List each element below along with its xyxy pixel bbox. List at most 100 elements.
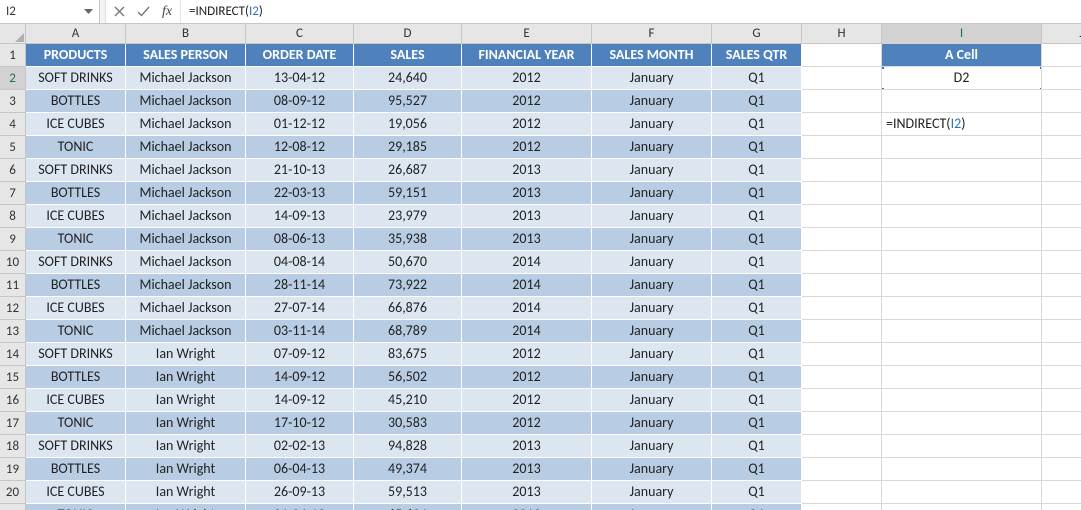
row-header-18[interactable]: 18 (0, 435, 25, 458)
cell-D5[interactable]: 29,185 (354, 136, 462, 159)
cell-C6[interactable]: 21-10-13 (246, 159, 354, 182)
cell-J19[interactable] (1042, 458, 1081, 481)
cell-B12[interactable]: Michael Jackson (126, 297, 246, 320)
cell-I8[interactable] (882, 205, 1042, 228)
column-header-F[interactable]: F (592, 24, 712, 44)
cell-J20[interactable] (1042, 481, 1081, 504)
cell-E11[interactable]: 2014 (462, 274, 592, 297)
cell-J6[interactable] (1042, 159, 1081, 182)
cell-F4[interactable]: January (592, 113, 712, 136)
cell-I13[interactable] (882, 320, 1042, 343)
table-header-B[interactable]: SALES PERSON (126, 44, 246, 67)
cell-G19[interactable]: Q1 (712, 458, 802, 481)
cell-D13[interactable]: 68,789 (354, 320, 462, 343)
column-header-G[interactable]: G (712, 24, 802, 44)
cell-C19[interactable]: 06-04-13 (246, 458, 354, 481)
table-header-G[interactable]: SALES QTR (712, 44, 802, 67)
cell-D3[interactable]: 95,527 (354, 90, 462, 113)
cell-H18[interactable] (802, 435, 882, 458)
cell-A9[interactable]: TONIC (26, 228, 126, 251)
cell-H19[interactable] (802, 458, 882, 481)
cell-I15[interactable] (882, 366, 1042, 389)
cell-D6[interactable]: 26,687 (354, 159, 462, 182)
cell-I16[interactable] (882, 389, 1042, 412)
cell-B9[interactable]: Michael Jackson (126, 228, 246, 251)
cell-G8[interactable]: Q1 (712, 205, 802, 228)
cell-C18[interactable]: 02-02-13 (246, 435, 354, 458)
cell-I5[interactable] (882, 136, 1042, 159)
column-header-E[interactable]: E (462, 24, 592, 44)
cell-D17[interactable]: 30,583 (354, 412, 462, 435)
cell-D2[interactable]: 24,640 (354, 67, 462, 90)
cell-A13[interactable]: TONIC (26, 320, 126, 343)
cell-G13[interactable]: Q1 (712, 320, 802, 343)
cell-A2[interactable]: SOFT DRINKS (26, 67, 126, 90)
cell-B14[interactable]: Ian Wright (126, 343, 246, 366)
cell-H16[interactable] (802, 389, 882, 412)
cell-H11[interactable] (802, 274, 882, 297)
row-header-14[interactable]: 14 (0, 343, 25, 366)
cell-H10[interactable] (802, 251, 882, 274)
cell-H4[interactable] (802, 113, 882, 136)
cell-I17[interactable] (882, 412, 1042, 435)
cell-E6[interactable]: 2013 (462, 159, 592, 182)
cell-J2[interactable] (1042, 67, 1081, 90)
cell-J21[interactable] (1042, 504, 1081, 510)
formula-input[interactable]: =INDIRECT(I2) (181, 0, 1081, 23)
table-header-D[interactable]: SALES (354, 44, 462, 67)
column-header-D[interactable]: D (354, 24, 462, 44)
cell-J16[interactable] (1042, 389, 1081, 412)
cell-B16[interactable]: Ian Wright (126, 389, 246, 412)
cell-C5[interactable]: 12-08-12 (246, 136, 354, 159)
cell-G9[interactable]: Q1 (712, 228, 802, 251)
cell-J10[interactable] (1042, 251, 1081, 274)
cell-A5[interactable]: TONIC (26, 136, 126, 159)
cell-E12[interactable]: 2014 (462, 297, 592, 320)
cell-B18[interactable]: Ian Wright (126, 435, 246, 458)
row-header-8[interactable]: 8 (0, 205, 25, 228)
cell-I14[interactable] (882, 343, 1042, 366)
cell-G2[interactable]: Q1 (712, 67, 802, 90)
cell-C20[interactable]: 26-09-13 (246, 481, 354, 504)
row-header-3[interactable]: 3 (0, 90, 25, 113)
table-header-A[interactable]: PRODUCTS (26, 44, 126, 67)
cell-F21[interactable]: January (592, 504, 712, 510)
cell-G15[interactable]: Q1 (712, 366, 802, 389)
cell-H12[interactable] (802, 297, 882, 320)
cell-F13[interactable]: January (592, 320, 712, 343)
cell-I10[interactable] (882, 251, 1042, 274)
column-header-H[interactable]: H (802, 24, 882, 44)
cell-F9[interactable]: January (592, 228, 712, 251)
cell-A7[interactable]: BOTTLES (26, 182, 126, 205)
row-header-15[interactable]: 15 (0, 366, 25, 389)
cell-A19[interactable]: BOTTLES (26, 458, 126, 481)
cell-F12[interactable]: January (592, 297, 712, 320)
cell-A21[interactable]: TONIC (26, 504, 126, 510)
cell-J11[interactable] (1042, 274, 1081, 297)
cell-I9[interactable] (882, 228, 1042, 251)
cell-C4[interactable]: 01-12-12 (246, 113, 354, 136)
cell-B19[interactable]: Ian Wright (126, 458, 246, 481)
cell-D9[interactable]: 35,938 (354, 228, 462, 251)
cell-E17[interactable]: 2012 (462, 412, 592, 435)
cell-J5[interactable] (1042, 136, 1081, 159)
cell-B2[interactable]: Michael Jackson (126, 67, 246, 90)
cell-C21[interactable]: 01-04-13 (246, 504, 354, 510)
cell-I3[interactable] (882, 90, 1042, 113)
cell-G20[interactable]: Q1 (712, 481, 802, 504)
cell-D16[interactable]: 45,210 (354, 389, 462, 412)
cell-I12[interactable] (882, 297, 1042, 320)
cell-J12[interactable] (1042, 297, 1081, 320)
cell-H20[interactable] (802, 481, 882, 504)
cell-G11[interactable]: Q1 (712, 274, 802, 297)
enter-icon[interactable] (136, 5, 150, 19)
cell-H14[interactable] (802, 343, 882, 366)
cell-C17[interactable]: 17-10-12 (246, 412, 354, 435)
cell-D12[interactable]: 66,876 (354, 297, 462, 320)
cell-D20[interactable]: 59,513 (354, 481, 462, 504)
cell-C14[interactable]: 07-09-12 (246, 343, 354, 366)
cell-F17[interactable]: January (592, 412, 712, 435)
row-header-16[interactable]: 16 (0, 389, 25, 412)
cell-D21[interactable]: 65,694 (354, 504, 462, 510)
select-all-button[interactable] (0, 24, 26, 44)
